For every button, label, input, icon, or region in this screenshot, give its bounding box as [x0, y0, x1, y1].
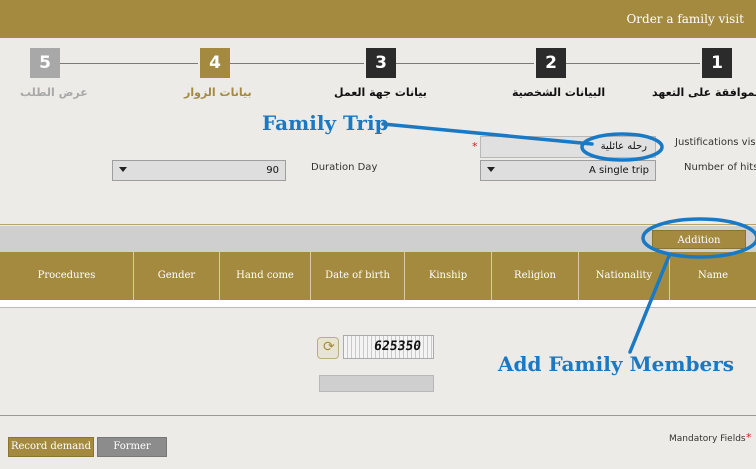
family-trip-annotation: Family Trip: [262, 111, 389, 135]
add-family-members-annotation: Add Family Members: [498, 352, 734, 376]
family-trip-arrow-line: [381, 122, 594, 146]
family-trip-highlight-ellipse: [580, 132, 664, 162]
add-members-arrow-line: [628, 254, 671, 354]
addition-highlight-ellipse: [641, 217, 756, 259]
annotation-overlay: [381, 122, 756, 354]
